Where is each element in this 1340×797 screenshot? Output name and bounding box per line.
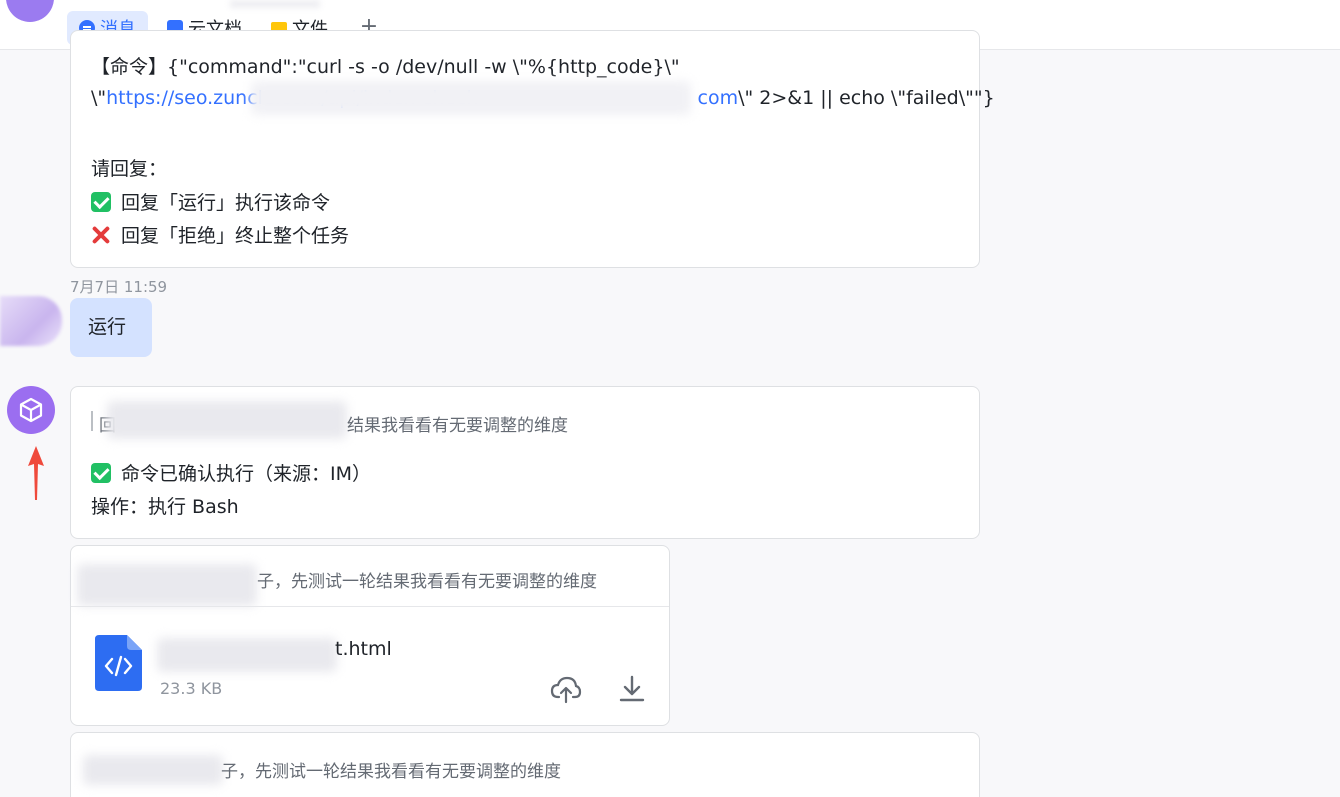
file-size: 23.3 KB bbox=[160, 679, 223, 698]
command-url-end[interactable]: com bbox=[698, 87, 739, 109]
quote-text: 结果我看看有无要调整的维度 bbox=[347, 416, 568, 436]
user-reply-bubble: 运行 bbox=[70, 298, 152, 357]
cube-icon bbox=[19, 397, 43, 423]
message-timestamp: 7月7日 11:59 bbox=[70, 278, 168, 296]
redacted-file-name bbox=[157, 638, 337, 672]
divider bbox=[71, 606, 669, 607]
quote-text: 子，先测试一轮结果我看看有无要调整的维度 bbox=[221, 762, 561, 782]
redacted-url bbox=[251, 81, 691, 115]
user-avatar[interactable] bbox=[0, 296, 62, 346]
download-icon[interactable] bbox=[616, 673, 648, 705]
command-prefix: 【命令】 bbox=[91, 56, 168, 78]
partial-message-card: 子，先测试一轮结果我看看有无要调整的维度 bbox=[70, 732, 980, 797]
option-run-label: 回复「运行」执行该命令 bbox=[121, 192, 331, 214]
quote-bar bbox=[91, 411, 93, 431]
bot-avatar[interactable] bbox=[7, 386, 55, 434]
operation-line: 操作：执行 Bash bbox=[91, 496, 239, 518]
check-icon bbox=[91, 463, 111, 483]
confirmed-label: 命令已确认执行（来源：IM） bbox=[121, 463, 371, 485]
file-message-card: 子，先测试一轮结果我看看有无要调整的维度 t.html 23.3 KB bbox=[70, 545, 670, 726]
option-run: 回复「运行」执行该命令 bbox=[91, 188, 330, 215]
html-file-icon[interactable] bbox=[95, 635, 142, 691]
command-quote: \" bbox=[91, 87, 107, 109]
confirm-message-card: 回 结果我看看有无要调整的维度 命令已确认执行（来源：IM） 操作：执行 Bas… bbox=[70, 386, 980, 539]
command-message-card: 【命令】{"command":"curl -s -o /dev/null -w … bbox=[70, 30, 995, 268]
confirmed-line: 命令已确认执行（来源：IM） bbox=[91, 459, 371, 486]
cross-icon bbox=[91, 225, 111, 245]
option-reject: 回复「拒绝」终止整个任务 bbox=[91, 221, 349, 248]
cloud-upload-icon[interactable] bbox=[550, 673, 582, 705]
redacted-quote bbox=[107, 401, 347, 439]
command-text-1: {"command":"curl -s -o /dev/null -w \"%{… bbox=[167, 56, 680, 78]
file-name[interactable]: t.html bbox=[335, 638, 392, 660]
option-reject-label: 回复「拒绝」终止整个任务 bbox=[121, 225, 350, 247]
command-text-2: \" 2>&1 || echo \"failed\""} bbox=[738, 87, 995, 109]
check-icon bbox=[91, 192, 111, 212]
command-line-1: 【命令】{"command":"curl -s -o /dev/null -w … bbox=[91, 52, 680, 79]
redacted-quote bbox=[77, 564, 257, 606]
top-avatar[interactable] bbox=[6, 0, 54, 22]
redacted-quote bbox=[83, 755, 223, 785]
red-arrow-icon bbox=[28, 446, 44, 500]
redacted-title bbox=[230, 0, 320, 8]
quote-text: 子，先测试一轮结果我看看有无要调整的维度 bbox=[257, 572, 597, 592]
reply-prompt: 请回复： bbox=[91, 158, 168, 180]
